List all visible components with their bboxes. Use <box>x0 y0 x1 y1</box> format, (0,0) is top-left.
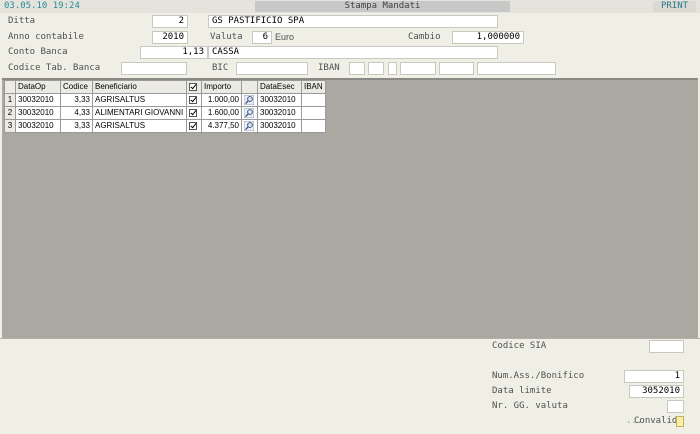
cambio-label: Cambio <box>408 32 441 42</box>
row-number: 3 <box>4 119 16 133</box>
anno-contabile-label: Anno contabile <box>8 32 84 42</box>
cell-check[interactable] <box>186 106 202 120</box>
col-beneficiario-header[interactable]: Beneficiario <box>92 80 187 94</box>
iban-cab-field[interactable] <box>439 62 474 75</box>
cell-beneficiario[interactable]: AGRISALTUS <box>92 119 187 133</box>
cell-dataesec[interactable]: 30032010 <box>257 93 302 107</box>
iban-check-field[interactable] <box>368 62 384 75</box>
valuta-label: Valuta <box>210 32 243 42</box>
table-header-row: DataOp Codice Beneficiario Importo DataE… <box>4 80 326 94</box>
valuta-name: Euro <box>275 32 295 42</box>
col-icon-header <box>241 80 258 94</box>
cambio-field[interactable]: 1,000000 <box>452 31 524 44</box>
valuta-code-field[interactable]: 6 <box>252 31 272 44</box>
col-iban-header[interactable]: IBAN <box>301 80 326 94</box>
iban-abi-field[interactable] <box>400 62 436 75</box>
cell-dataop[interactable]: 30032010 <box>15 119 61 133</box>
cell-importo[interactable]: 1.600,00 <box>201 106 242 120</box>
col-dataesec-header[interactable]: DataEsec <box>257 80 302 94</box>
data-limite-field[interactable]: 3052010 <box>629 385 684 398</box>
convalida-field[interactable] <box>676 416 684 427</box>
table-row[interactable]: 2 30032010 4,33 ALIMENTARI GIOVANNI 1.60… <box>4 106 326 120</box>
codice-tab-banca-label: Codice Tab. Banca <box>8 63 101 73</box>
row-number: 1 <box>4 93 16 107</box>
bic-label: BIC <box>212 63 229 73</box>
cell-codice[interactable]: 4,33 <box>60 106 93 120</box>
codice-sia-label: Codice SIA <box>492 341 547 351</box>
col-codice-header[interactable]: Codice <box>60 80 93 94</box>
col-check-header[interactable] <box>186 80 202 94</box>
num-ass-bonifico-label: Num.Ass./Bonifico <box>492 371 585 381</box>
magnifier-icon[interactable] <box>244 94 254 105</box>
cell-importo[interactable]: 4.377,50 <box>201 119 242 133</box>
bottom-panel <box>0 338 700 434</box>
table-row[interactable]: 1 30032010 3,33 AGRISALTUS 1.000,00 3003… <box>4 93 326 107</box>
magnifier-icon[interactable] <box>244 107 254 118</box>
anno-contabile-field[interactable]: 2010 <box>152 31 188 44</box>
data-limite-label: Data limite <box>492 386 552 396</box>
magnifier-icon[interactable] <box>244 120 254 131</box>
cell-iban[interactable] <box>301 119 326 133</box>
ditta-code-field[interactable]: 2 <box>152 15 188 28</box>
cell-iban[interactable] <box>301 106 326 120</box>
conto-banca-name-field[interactable]: CASSA <box>208 46 498 59</box>
cell-beneficiario[interactable]: AGRISALTUS <box>92 93 187 107</box>
nr-gg-valuta-label: Nr. GG. valuta <box>492 401 568 411</box>
window-title: Stampa Mandati <box>255 1 510 12</box>
cell-iban[interactable] <box>301 93 326 107</box>
datetime: 03.05.10 19:24 <box>4 1 80 11</box>
mandati-table: DataOp Codice Beneficiario Importo DataE… <box>4 80 326 133</box>
cell-check[interactable] <box>186 119 202 133</box>
ditta-name-field[interactable]: GS PASTIFICIO SPA <box>208 15 498 28</box>
cell-check[interactable] <box>186 93 202 107</box>
cell-dataop[interactable]: 30032010 <box>15 93 61 107</box>
row-checkbox-icon[interactable] <box>189 108 197 117</box>
select-all-checkbox-icon[interactable] <box>189 82 197 91</box>
cell-dataesec[interactable]: 30032010 <box>257 119 302 133</box>
cell-codice[interactable]: 3,33 <box>60 119 93 133</box>
ditta-label: Ditta <box>8 16 36 26</box>
row-number: 2 <box>4 106 16 120</box>
conto-banca-label: Conto Banca <box>8 47 68 57</box>
cell-codice[interactable]: 3,33 <box>60 93 93 107</box>
codice-sia-field[interactable] <box>649 340 684 353</box>
iban-country-field[interactable] <box>349 62 365 75</box>
conto-banca-code-field[interactable]: 1,13 <box>140 46 208 59</box>
cell-beneficiario[interactable]: ALIMENTARI GIOVANNI <box>92 106 187 120</box>
row-checkbox-icon[interactable] <box>189 121 197 130</box>
cell-icon[interactable] <box>241 93 258 107</box>
bic-field[interactable] <box>236 62 308 75</box>
print-button[interactable]: PRINT <box>653 1 696 12</box>
cell-dataop[interactable]: 30032010 <box>15 106 61 120</box>
iban-label: IBAN <box>318 63 340 73</box>
cell-icon[interactable] <box>241 106 258 120</box>
iban-cin-field[interactable] <box>388 62 397 75</box>
cell-dataesec[interactable]: 30032010 <box>257 106 302 120</box>
cell-icon[interactable] <box>241 119 258 133</box>
codice-tab-banca-field[interactable] <box>121 62 187 75</box>
col-dataop-header[interactable]: DataOp <box>15 80 61 94</box>
table-row[interactable]: 3 30032010 3,33 AGRISALTUS 4.377,50 3003… <box>4 119 326 133</box>
col-importo-header[interactable]: Importo <box>201 80 242 94</box>
nr-gg-valuta-field[interactable] <box>667 400 684 413</box>
row-checkbox-icon[interactable] <box>189 95 197 104</box>
iban-account-field[interactable] <box>477 62 556 75</box>
cell-importo[interactable]: 1.000,00 <box>201 93 242 107</box>
row-number-header <box>4 80 16 94</box>
num-ass-bonifico-field[interactable]: 1 <box>624 370 684 383</box>
